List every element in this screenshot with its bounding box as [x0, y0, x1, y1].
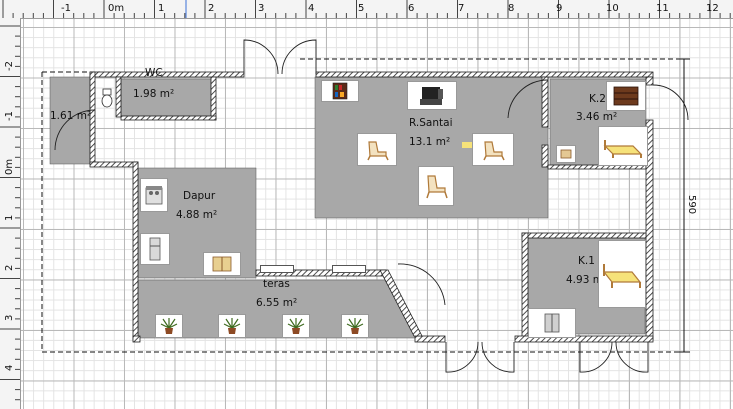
- room-area-santai: 13.1 m²: [409, 136, 451, 148]
- room-label-teras: teras: [263, 278, 290, 290]
- wall: [414, 335, 446, 343]
- plan-drawing: [41, 39, 690, 373]
- armchair-icon[interactable]: [472, 133, 514, 166]
- door-icon[interactable]: [481, 341, 515, 373]
- wall: [645, 76, 654, 86]
- window-icon[interactable]: [260, 265, 294, 273]
- room-area-teras: 6.55 m²: [256, 297, 298, 309]
- room-label-wc: WC: [145, 67, 163, 79]
- room-label-dapur: Dapur: [183, 190, 216, 202]
- window-icon[interactable]: [332, 265, 366, 273]
- wall: [210, 76, 217, 121]
- tv-icon[interactable]: [407, 81, 457, 110]
- wall: [132, 335, 141, 343]
- potted-plant-icon[interactable]: [282, 314, 310, 338]
- armchair-icon[interactable]: [418, 166, 454, 206]
- room-label-k2: K.2: [589, 93, 606, 105]
- dresser-icon[interactable]: [606, 81, 646, 111]
- door-icon[interactable]: [243, 39, 279, 75]
- door-icon[interactable]: [579, 341, 613, 373]
- room-label-santai: R.Santai: [409, 117, 453, 129]
- toilet-icon[interactable]: [99, 87, 115, 109]
- wall: [521, 232, 647, 239]
- cabinet-icon[interactable]: [203, 252, 241, 276]
- wall: [115, 76, 122, 118]
- floor-plan-app: -1 0m 1 2 3 4 5 6 7 8 9 10 11 12 -2 -1 0…: [0, 0, 733, 409]
- bed-icon[interactable]: [598, 126, 648, 166]
- nightstand-icon[interactable]: [556, 145, 576, 163]
- lamp-icon[interactable]: [460, 140, 474, 150]
- door-icon[interactable]: [445, 341, 479, 373]
- room-area-small-left: 1.61 m²: [50, 110, 92, 122]
- armchair-icon[interactable]: [357, 133, 397, 166]
- door-icon[interactable]: [615, 341, 649, 373]
- door-icon[interactable]: [397, 263, 446, 306]
- stove-icon[interactable]: [140, 178, 168, 212]
- potted-plant-icon[interactable]: [218, 314, 246, 338]
- room-label-k1: K.1: [578, 255, 595, 267]
- room-area-k2: 3.46 m²: [576, 111, 618, 123]
- door-icon[interactable]: [652, 84, 689, 121]
- door-icon[interactable]: [281, 39, 317, 75]
- wall: [89, 161, 139, 168]
- fridge-icon[interactable]: [140, 233, 170, 265]
- wardrobe-icon[interactable]: [528, 308, 576, 338]
- dimension-label[interactable]: 590: [686, 195, 697, 214]
- wall: [541, 76, 549, 128]
- bookshelf-icon[interactable]: [321, 80, 359, 102]
- wall: [120, 115, 217, 121]
- wall: [89, 71, 245, 78]
- wall: [132, 161, 139, 341]
- potted-plant-icon[interactable]: [155, 314, 183, 338]
- room-area-dapur: 4.88 m²: [176, 209, 218, 221]
- room-area-wc: 1.98 m²: [133, 88, 175, 100]
- potted-plant-icon[interactable]: [341, 314, 369, 338]
- wall: [541, 144, 549, 168]
- wall: [315, 71, 654, 78]
- bed-icon[interactable]: [598, 240, 646, 308]
